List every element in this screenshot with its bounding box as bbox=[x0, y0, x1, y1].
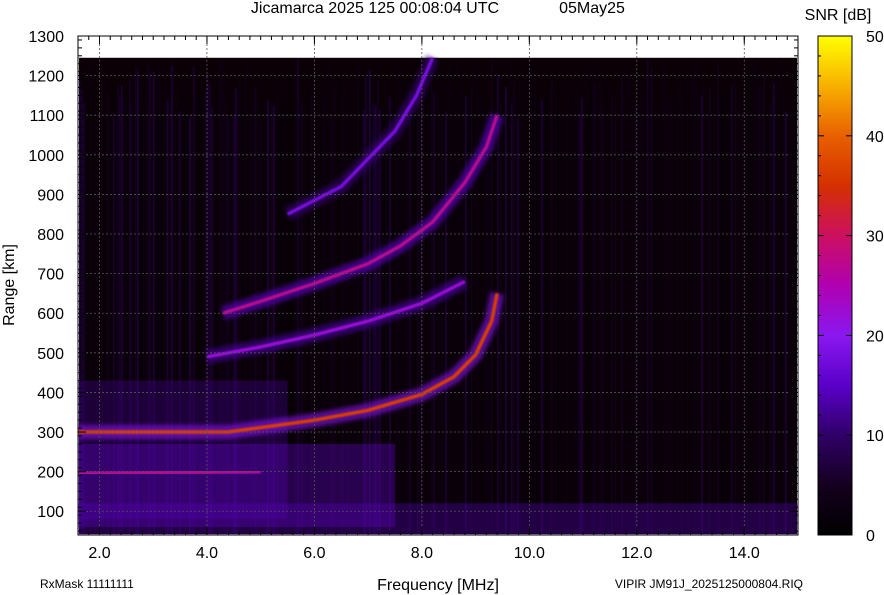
y-tick-label: 1000 bbox=[28, 148, 64, 165]
colorbar-tick-label: 50 bbox=[866, 29, 884, 46]
x-tick-label: 6.0 bbox=[303, 545, 325, 562]
colorbar-tick-label: 30 bbox=[866, 229, 884, 246]
colorbar-tick-label: 20 bbox=[866, 328, 884, 345]
y-tick-label: 500 bbox=[37, 346, 64, 363]
y-tick-label: 1200 bbox=[28, 69, 64, 86]
y-tick-label: 900 bbox=[37, 187, 64, 204]
x-tick-label: 4.0 bbox=[196, 545, 218, 562]
chart-date: 05May25 bbox=[559, 0, 625, 17]
colorbar-tick-label: 10 bbox=[866, 428, 884, 445]
y-tick-label: 600 bbox=[37, 306, 64, 323]
x-tick-label: 2.0 bbox=[88, 545, 110, 562]
x-tick-label: 10.0 bbox=[514, 545, 545, 562]
y-tick-label: 800 bbox=[37, 227, 64, 244]
x-tick-label: 12.0 bbox=[621, 545, 652, 562]
y-tick-label: 700 bbox=[37, 267, 64, 284]
y-tick-label: 1100 bbox=[30, 108, 65, 125]
rxmask-label: RxMask 11111111 bbox=[40, 577, 134, 591]
ionogram-figure: Jicamarca 2025 125 00:08:04 UTC 05May25 … bbox=[1, 0, 884, 594]
chart-title: Jicamarca 2025 125 00:08:04 UTC bbox=[251, 0, 499, 17]
x-axis-label: Frequency [MHz] bbox=[377, 577, 499, 594]
echo-trace-E2 bbox=[78, 469, 261, 476]
y-tick-label: 400 bbox=[37, 385, 64, 402]
y-tick-label: 1300 bbox=[28, 29, 64, 46]
y-tick-label: 200 bbox=[37, 465, 64, 482]
colorbar-label: SNR [dB] bbox=[805, 7, 872, 24]
file-label: VIPIR JM91J_2025125000804.RIQ bbox=[615, 577, 803, 591]
colorbar-tick-label: 40 bbox=[866, 129, 884, 146]
x-tick-label: 14.0 bbox=[729, 545, 760, 562]
colorbar-tick-label: 0 bbox=[866, 528, 875, 545]
y-axis-label: Range [km] bbox=[1, 244, 18, 326]
y-tick-label: 100 bbox=[37, 504, 64, 521]
x-tick-label: 8.0 bbox=[411, 545, 433, 562]
colorbar bbox=[817, 35, 853, 536]
y-tick-label: 300 bbox=[37, 425, 64, 442]
